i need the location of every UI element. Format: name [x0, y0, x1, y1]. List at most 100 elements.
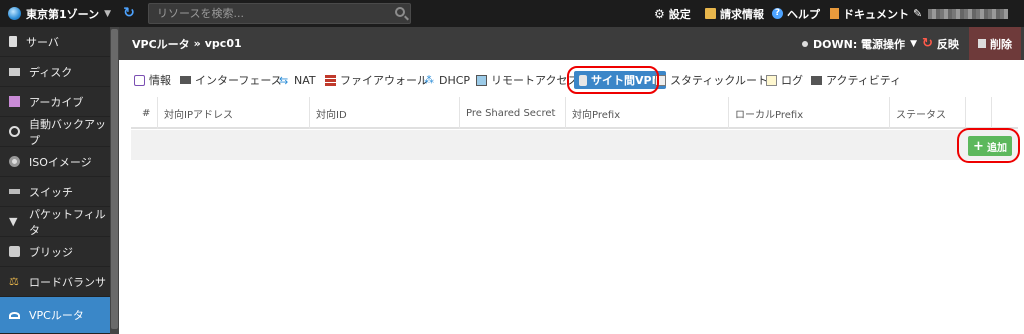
table-header: # 対向IPアドレス 対向ID Pre Shared Secret 対向Pref… — [131, 97, 1018, 129]
tab-firewall[interactable]: ファイアウォール — [325, 71, 428, 89]
trash-icon — [978, 39, 986, 48]
scrollbar-thumb[interactable] — [111, 29, 118, 329]
column-header-spacer — [966, 97, 992, 129]
zone-selector[interactable]: 東京第1ゾーン ▼ — [8, 0, 111, 27]
tab-log[interactable]: ログ — [766, 71, 803, 89]
refresh-icon[interactable]: ↻ — [121, 5, 137, 21]
backup-icon — [9, 126, 20, 137]
settings-link[interactable]: ⚙ 設定 — [654, 0, 691, 27]
gear-icon: ⚙ — [654, 6, 665, 21]
tab-label: スタティックルート — [670, 74, 769, 87]
power-status-label: DOWN: 電源操作 — [813, 37, 906, 51]
tab-label: DHCP — [439, 73, 471, 87]
loadbalancer-icon: ⚖ — [9, 275, 19, 288]
interface-icon — [180, 76, 191, 84]
sidebar: サーバ ディスク アーカイブ 自動バックアップ ISOイメージ スイッチ ▼ パ… — [0, 27, 110, 334]
docs-label: ドキュメント — [843, 7, 909, 21]
power-status-menu[interactable]: DOWN: 電源操作 ▼ — [802, 27, 917, 60]
tab-label: アクティビティ — [826, 74, 902, 87]
sidebar-item-label: VPCルータ — [29, 309, 84, 322]
page-header: VPCルータ » vpc01 DOWN: 電源操作 ▼ ↻ 反映 削除 — [119, 27, 1024, 60]
sidebar-item-switch[interactable]: スイッチ — [0, 177, 110, 207]
sidebar-item-label: ISOイメージ — [29, 155, 92, 169]
tab-label: リモートアクセス — [491, 74, 579, 87]
tab-label: インターフェース — [195, 74, 282, 87]
tab-static-route[interactable]: スタティックルート — [655, 71, 768, 89]
dhcp-icon: ⁂ — [424, 74, 434, 86]
breadcrumb: VPCルータ » vpc01 — [132, 27, 242, 60]
billing-icon — [705, 8, 716, 19]
sidebar-item-load-balancer[interactable]: ⚖ ロードバランサ — [0, 267, 110, 297]
sidebar-item-bridge[interactable]: ブリッジ — [0, 237, 110, 267]
breadcrumb-separator: » — [193, 37, 201, 50]
column-header: Pre Shared Secret — [460, 97, 566, 129]
reflect-button[interactable]: ↻ 反映 — [922, 27, 959, 60]
sidebar-item-iso[interactable]: ISOイメージ — [0, 147, 110, 177]
reflect-label: 反映 — [936, 37, 959, 51]
sidebar-scrollbar[interactable] — [110, 27, 119, 334]
tab-dhcp[interactable]: ⁂ DHCP — [424, 71, 470, 89]
column-header: 対向ID — [310, 97, 460, 129]
sidebar-item-label: ディスク — [29, 65, 73, 79]
settings-label: 設定 — [668, 7, 691, 21]
sidebar-item-server[interactable]: サーバ — [0, 27, 110, 57]
bridge-icon — [9, 246, 20, 257]
search-icon[interactable] — [395, 7, 405, 17]
tab-label: ファイアウォール — [340, 74, 428, 87]
help-label: ヘルプ — [787, 7, 820, 21]
billing-label: 請求情報 — [720, 7, 764, 21]
breadcrumb-current: vpc01 — [204, 37, 242, 50]
chevron-down-icon: ▼ — [910, 38, 917, 49]
search-input[interactable] — [148, 3, 411, 24]
iso-icon — [9, 156, 20, 167]
breadcrumb-root[interactable]: VPCルータ — [132, 36, 190, 52]
sidebar-item-vpc-router[interactable]: VPCルータ — [0, 297, 110, 334]
firewall-icon — [325, 74, 336, 86]
server-icon — [9, 36, 17, 47]
sidebar-item-packet-filter[interactable]: ▼ パケットフィルタ — [0, 207, 110, 237]
tab-nat[interactable]: ⇆ NAT — [279, 71, 316, 89]
sidebar-item-label: パケットフィルタ — [29, 207, 106, 237]
delete-label: 削除 — [990, 37, 1012, 51]
column-header: ステータス — [890, 97, 966, 129]
sidebar-item-label: サーバ — [26, 35, 59, 49]
sidebar-item-label: スイッチ — [29, 185, 73, 199]
help-link[interactable]: ? ヘルプ — [772, 0, 820, 27]
sidebar-item-backup[interactable]: 自動バックアップ — [0, 117, 110, 147]
highlight-ring — [567, 66, 659, 94]
activity-icon — [811, 75, 822, 85]
tab-interface[interactable]: インターフェース — [180, 71, 282, 89]
billing-link[interactable]: 請求情報 — [705, 0, 764, 27]
docs-link[interactable]: ドキュメント — [830, 0, 909, 27]
status-dot-icon — [802, 40, 808, 47]
refresh-icon: ↻ — [922, 36, 933, 51]
sidebar-item-disk[interactable]: ディスク — [0, 57, 110, 87]
document-icon — [830, 8, 839, 19]
zone-label: 東京第1ゾーン — [26, 7, 100, 21]
sidebar-item-archive[interactable]: アーカイブ — [0, 87, 110, 117]
log-icon — [766, 74, 777, 86]
top-bar: 東京第1ゾーン ▼ ↻ ⚙ 設定 請求情報 ? ヘルプ ドキュメント ✎ — [0, 0, 1024, 27]
user-menu[interactable]: ✎ — [913, 0, 922, 27]
tab-label: NAT — [294, 73, 316, 87]
filter-icon: ▼ — [9, 215, 18, 228]
tab-activity[interactable]: アクティビティ — [811, 71, 901, 89]
tab-info[interactable]: 情報 — [134, 71, 171, 89]
tab-label: 情報 — [149, 74, 171, 87]
sidebar-item-label: ロードバランサ — [29, 275, 106, 289]
remote-access-icon — [476, 74, 487, 86]
switch-icon — [9, 189, 20, 194]
tab-label: ログ — [781, 74, 803, 87]
info-icon — [134, 74, 145, 86]
column-header: 対向Prefix — [566, 97, 729, 129]
table-footer-bar — [131, 130, 1018, 160]
tab-remote-access[interactable]: リモートアクセス — [476, 71, 578, 89]
nat-icon: ⇆ — [279, 73, 289, 87]
column-header: # — [131, 97, 158, 129]
delete-button[interactable]: 削除 — [969, 27, 1021, 60]
sidebar-item-label: アーカイブ — [29, 95, 84, 109]
user-name-masked[interactable] — [928, 9, 1008, 19]
sidebar-item-label: ブリッジ — [29, 245, 73, 259]
archive-icon — [9, 96, 20, 107]
column-header: ローカルPrefix — [729, 97, 890, 129]
